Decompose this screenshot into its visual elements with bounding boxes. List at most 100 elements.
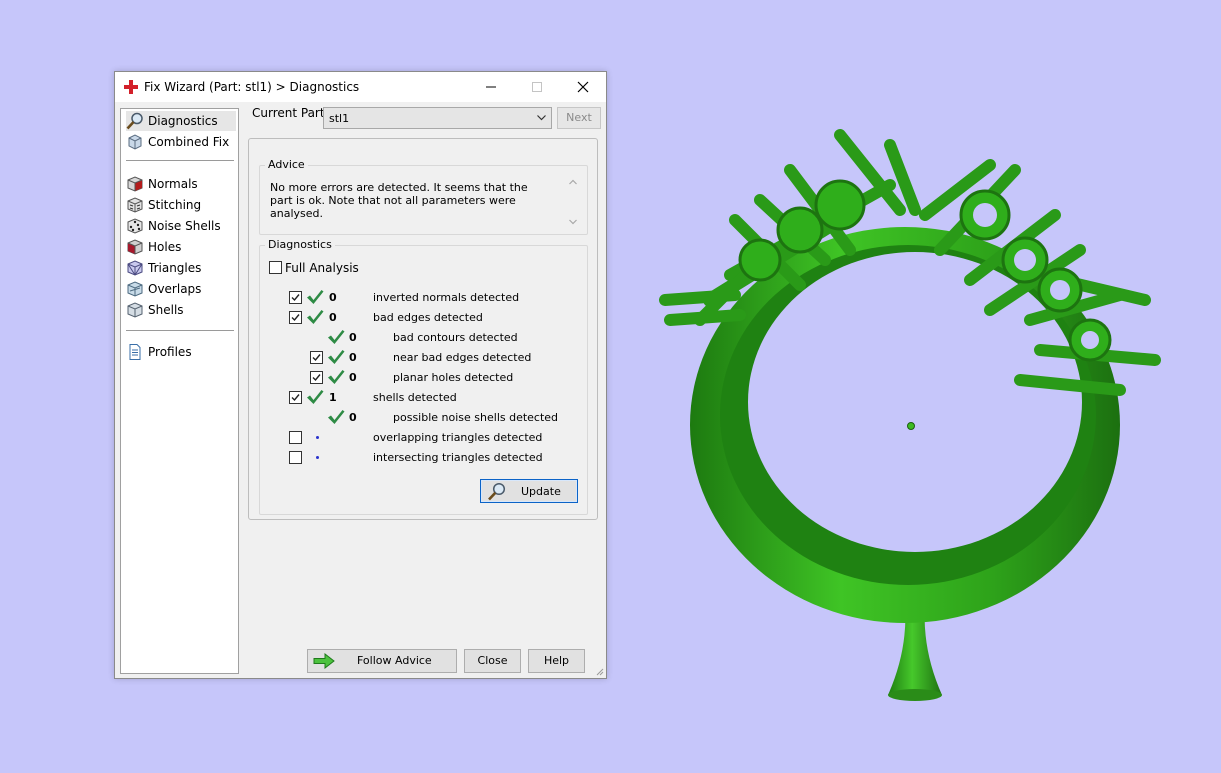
resize-grip-icon[interactable] [594,666,604,676]
follow-advice-button[interactable]: Follow Advice [307,649,457,673]
diagnostic-label: planar holes detected [393,371,514,384]
stitching-cube-icon [127,197,143,213]
diagnostic-checkbox[interactable] [289,451,302,464]
diagnostic-label: near bad edges detected [393,351,532,364]
current-part-select[interactable]: stl1 [323,107,552,129]
noise-shells-cube-icon [127,218,143,234]
window-title: Fix Wizard (Part: stl1) > Diagnostics [144,80,360,94]
diagnostics-panel: Advice No more errors are detected. It s… [248,138,598,520]
help-button[interactable]: Help [528,649,585,673]
diagnostic-label: intersecting triangles detected [373,451,543,464]
ring-opening [748,252,1082,552]
diagnostic-count: 0 [349,351,357,364]
minimize-icon [486,86,496,88]
green-check-icon [307,390,324,404]
nav-item-label: Profiles [148,345,192,359]
nav-item-label: Holes [148,240,182,254]
nav-item-label: Combined Fix [148,135,230,149]
diagnostic-label: possible noise shells detected [393,411,559,424]
diagnostic-checkbox[interactable] [310,371,323,384]
nav-item-label: Triangles [148,261,202,275]
overlaps-cube-icon [127,281,143,297]
nav-item-holes[interactable]: Holes [126,237,236,257]
full-analysis-checkbox[interactable] [269,261,282,274]
green-check-icon [328,370,345,384]
checkmark-icon [312,354,321,362]
nav-separator [126,330,234,331]
advice-title: Advice [265,158,308,171]
maximize-button[interactable] [514,72,560,102]
ring-model [659,129,1161,701]
diagnostic-count: 1 [329,391,337,404]
rotation-center-marker [907,422,915,430]
diagnostic-checkbox[interactable] [289,291,302,304]
diagnostic-label: bad edges detected [373,311,483,324]
diagnostic-checkbox[interactable] [289,431,302,444]
nav-item-label: Diagnostics [148,114,218,128]
profiles-document-icon [129,344,141,360]
minimize-button[interactable] [468,72,514,102]
diagnostic-count: 0 [329,311,337,324]
diagnostics-group: Diagnostics Full Analysis 0 inverted norm… [259,238,588,515]
nav-item-shells[interactable]: Shells [126,300,236,320]
shells-cube-icon [127,302,143,318]
checkmark-icon [291,314,300,322]
diagnostic-label: bad contours detected [393,331,518,344]
magnifier-icon [488,482,506,501]
diagnostic-checkbox[interactable] [289,311,302,324]
diagnostic-count: 0 [349,331,357,344]
nav-item-label: Normals [148,177,198,191]
nav-item-stitching[interactable]: Stitching [126,195,236,215]
combined-fix-cube-icon [128,134,142,150]
diagnostics-title: Diagnostics [265,238,335,251]
green-check-icon [328,330,345,344]
checkmark-icon [291,394,300,402]
diagnostic-label: inverted normals detected [373,291,520,304]
advice-text: No more errors are detected. It seems th… [270,181,528,220]
model-viewport[interactable] [640,110,1180,720]
green-check-icon [307,290,324,304]
diagnostic-label: overlapping triangles detected [373,431,543,444]
update-label: Update [521,485,561,498]
nav-item-profiles[interactable]: Profiles [126,342,236,362]
green-check-icon [307,310,324,324]
red-cross-icon [124,80,138,94]
nav-item-triangles[interactable]: Triangles [126,258,236,278]
advice-group: Advice No more errors are detected. It s… [259,158,588,235]
next-button[interactable]: Next [557,107,601,129]
diagnostic-count: 0 [329,291,337,304]
nav-item-diagnostics[interactable]: Diagnostics [126,111,236,131]
nav-item-combined-fix[interactable]: Combined Fix [126,132,236,152]
triangles-cube-icon [127,260,143,276]
current-part-label: Current Part: [252,106,329,120]
fix-wizard-window: Fix Wizard (Part: stl1) > Diagnostics Di… [114,71,607,679]
diagnostic-checkbox[interactable] [289,391,302,404]
nav-item-noise-shells[interactable]: Noise Shells [126,216,236,236]
green-check-icon [328,350,345,364]
close-button[interactable]: Close [464,649,521,673]
magnifier-icon [126,112,143,130]
diagnostic-checkbox[interactable] [310,351,323,364]
advice-scrollbar[interactable] [567,178,579,226]
green-check-icon [328,410,345,424]
close-window-button[interactable] [560,72,606,102]
checkmark-icon [291,294,300,302]
current-part-value: stl1 [329,112,350,125]
update-button[interactable]: Update [480,479,578,503]
not-analysed-dot-icon [316,436,319,439]
follow-advice-label: Follow Advice [357,654,432,667]
title-bar[interactable]: Fix Wizard (Part: stl1) > Diagnostics [115,72,606,102]
normals-cube-icon [127,176,143,192]
full-analysis-label: Full Analysis [285,261,359,275]
nav-item-label: Stitching [148,198,202,212]
nav-item-label: Shells [148,303,184,317]
nav-separator [126,160,234,161]
chevron-down-icon [537,115,546,121]
maximize-icon [532,82,542,92]
nav-item-label: Overlaps [148,282,202,296]
checkmark-icon [312,374,321,382]
nav-item-normals[interactable]: Normals [126,174,236,194]
wizard-nav: Diagnostics Combined Fix Normals Stitchi… [120,108,239,674]
diagnostic-count: 0 [349,371,357,384]
nav-item-overlaps[interactable]: Overlaps [126,279,236,299]
